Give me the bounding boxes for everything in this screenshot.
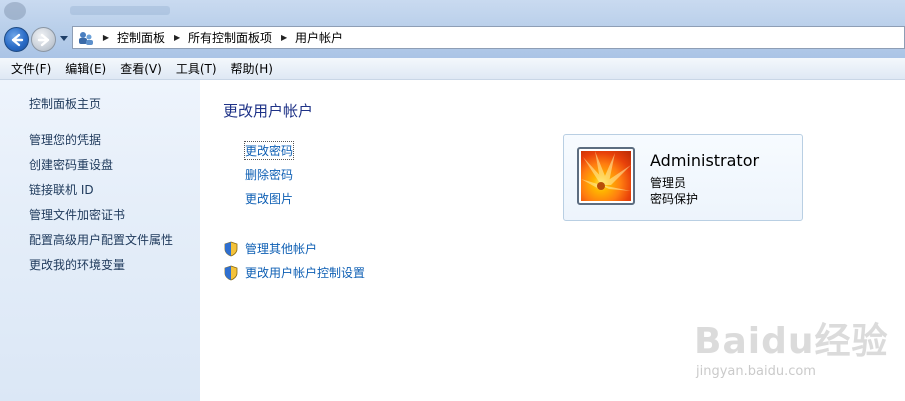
manage-accounts-link[interactable]: 管理其他帐户 — [223, 240, 317, 257]
change-picture-link[interactable]: 更改图片 — [245, 190, 293, 207]
manage-accounts-label: 管理其他帐户 — [245, 242, 318, 256]
sidebar-item-online-id[interactable]: 链接联机 ID — [29, 181, 94, 198]
change-password-link[interactable]: 更改密码 — [243, 141, 295, 160]
sidebar-item-credentials[interactable]: 管理您的凭据 — [29, 131, 101, 148]
sidebar: 控制面板主页 管理您的凭据 创建密码重设盘 链接联机 ID 管理文件加密证书 配… — [0, 80, 200, 401]
menu-view[interactable]: 查看(V) — [113, 60, 169, 77]
menu-help[interactable]: 帮助(H) — [224, 60, 280, 77]
breadcrumb-separator[interactable]: ▶ — [99, 33, 113, 42]
recent-pages-button[interactable] — [59, 34, 69, 44]
user-name: Administrator — [650, 151, 760, 170]
page-title: 更改用户帐户 — [223, 102, 314, 120]
menu-tools[interactable]: 工具(T) — [169, 60, 224, 77]
address-bar[interactable]: ▶ 控制面板 ▶ 所有控制面板项 ▶ 用户帐户 — [72, 26, 905, 49]
breadcrumb-user-accounts[interactable]: 用户帐户 — [291, 29, 348, 46]
breadcrumb-separator[interactable]: ▶ — [277, 33, 291, 42]
user-account-card: Administrator 管理员 密码保护 — [563, 134, 803, 221]
arrow-left-icon — [11, 33, 23, 46]
uac-shield-icon — [224, 265, 238, 280]
remove-password-link[interactable]: 删除密码 — [245, 166, 293, 183]
watermark-url: jingyan.baidu.com — [696, 364, 816, 379]
breadcrumb-control-panel[interactable]: 控制面板 — [113, 29, 170, 46]
menu-bar: 文件(F) 编辑(E) 查看(V) 工具(T) 帮助(H) — [0, 58, 905, 80]
back-button[interactable] — [4, 27, 29, 52]
uac-shield-icon — [224, 241, 238, 256]
menu-edit[interactable]: 编辑(E) — [58, 60, 113, 77]
uac-settings-link[interactable]: 更改用户帐户控制设置 — [223, 264, 365, 281]
breadcrumb-all-items[interactable]: 所有控制面板项 — [184, 29, 277, 46]
sidebar-item-reset-disk[interactable]: 创建密码重设盘 — [29, 156, 113, 173]
sidebar-home-link[interactable]: 控制面板主页 — [29, 95, 101, 112]
chevron-down-icon — [60, 36, 68, 41]
avatar — [577, 147, 635, 205]
forward-button[interactable] — [31, 27, 56, 52]
user-role: 管理员 — [650, 176, 687, 190]
flower-picture-icon — [581, 151, 631, 201]
sidebar-item-profile-properties[interactable]: 配置高级用户配置文件属性 — [29, 231, 173, 248]
control-panel-icon — [77, 29, 95, 47]
watermark-logo: Baidu经验 — [694, 321, 889, 362]
window-title — [70, 6, 170, 15]
sidebar-item-env-variables[interactable]: 更改我的环境变量 — [29, 256, 125, 273]
title-bar: ▶ 控制面板 ▶ 所有控制面板项 ▶ 用户帐户 — [0, 0, 905, 58]
window-icon — [4, 2, 26, 20]
watermark: Baidu经验 jingyan.baidu.com — [690, 312, 900, 392]
menu-file[interactable]: 文件(F) — [4, 60, 58, 77]
sidebar-item-encryption-cert[interactable]: 管理文件加密证书 — [29, 206, 125, 223]
breadcrumb-separator[interactable]: ▶ — [170, 33, 184, 42]
uac-settings-label: 更改用户帐户控制设置 — [245, 266, 366, 280]
arrow-right-icon — [37, 33, 49, 46]
password-status: 密码保护 — [650, 192, 699, 206]
